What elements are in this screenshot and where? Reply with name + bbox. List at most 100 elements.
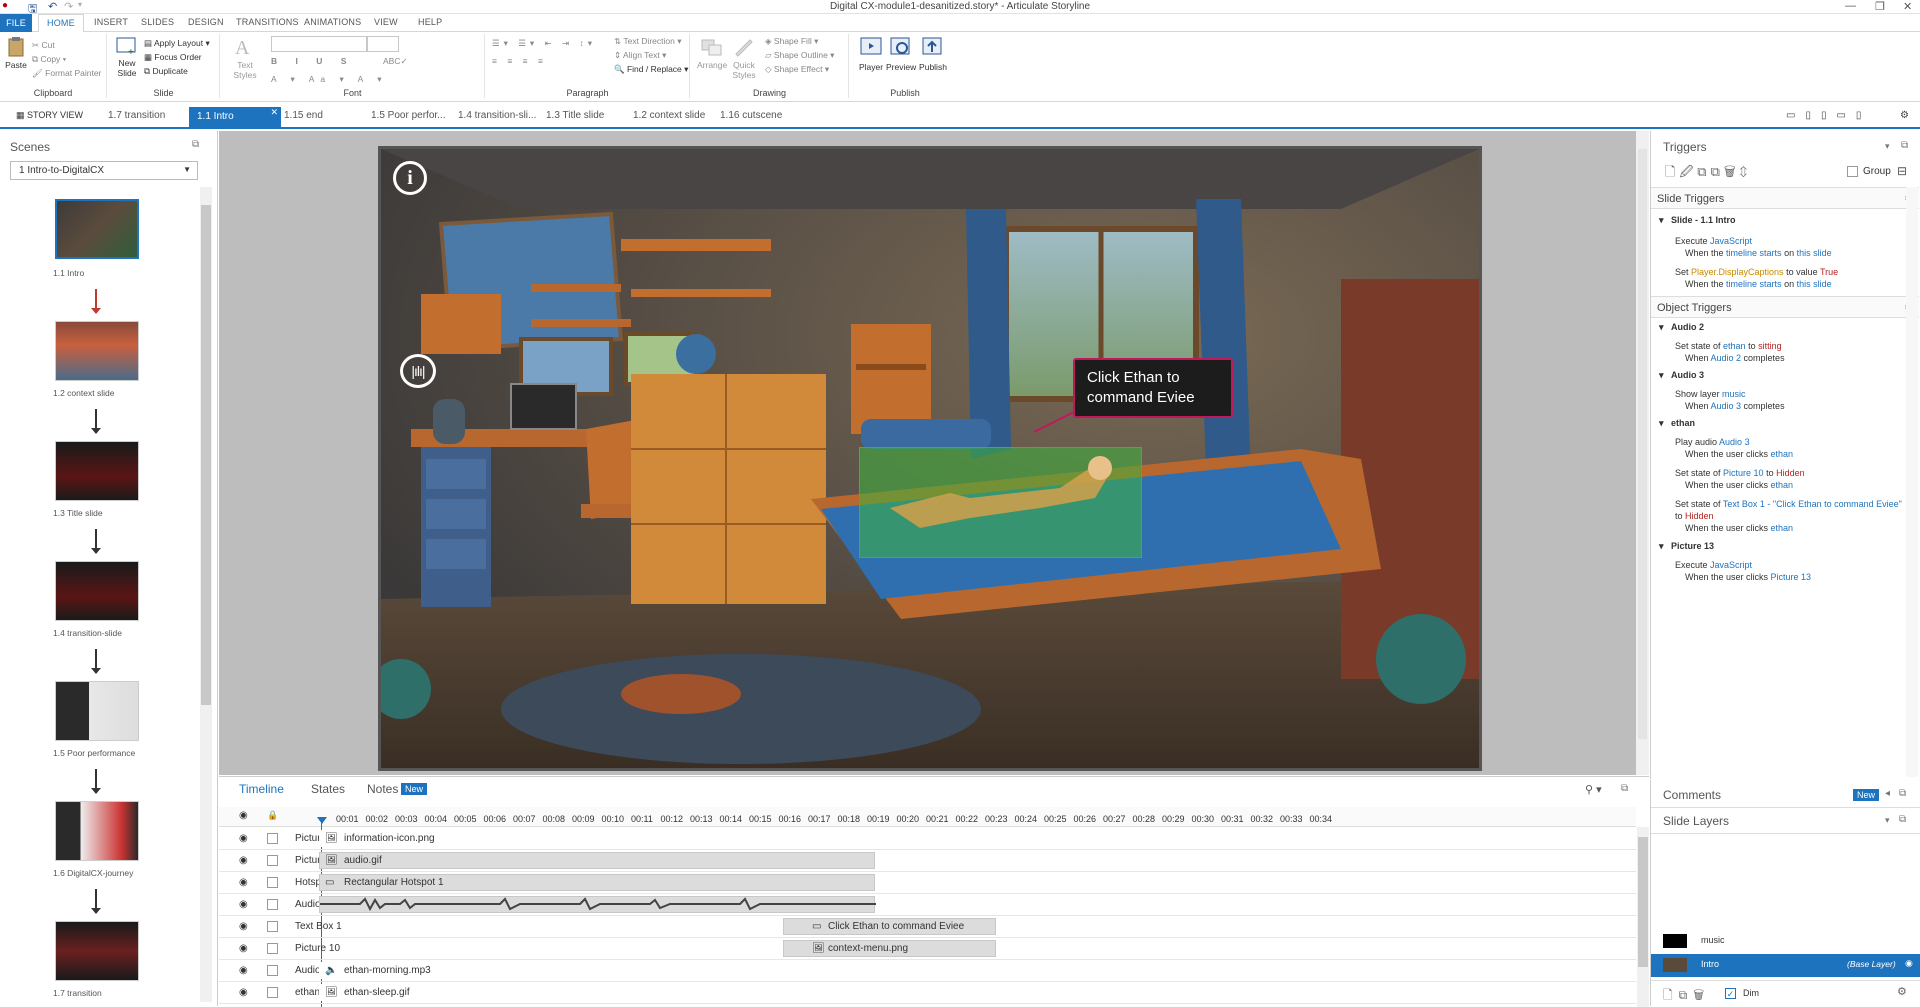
tab-design[interactable]: DESIGN bbox=[188, 17, 224, 27]
slide-canvas[interactable]: i |ılı| Click Ethan to command Eviee 🔈🔈🔈 bbox=[378, 146, 1482, 771]
trigger-action[interactable]: Execute JavaScript bbox=[1675, 560, 1752, 570]
close-icon[interactable]: ✕ bbox=[1903, 0, 1912, 13]
font-family-select[interactable] bbox=[271, 36, 367, 52]
trigger-condition[interactable]: When the user clicks ethan bbox=[1685, 523, 1793, 533]
text-direction-button[interactable]: ⇅ Text Direction ▾ bbox=[614, 36, 681, 47]
format-painter-button[interactable]: 🖌 Format Painter bbox=[32, 68, 101, 79]
timeline-scrollbar[interactable] bbox=[1637, 827, 1649, 1007]
scenes-scrollbar[interactable] bbox=[200, 187, 212, 1002]
trigger-action[interactable]: Play audio Audio 3 bbox=[1675, 437, 1750, 447]
scene-thumbnail[interactable] bbox=[55, 801, 139, 861]
cut-button[interactable]: ✂ Cut bbox=[32, 40, 55, 51]
focus-order-button[interactable]: ▦ Focus Order bbox=[144, 52, 202, 63]
timeline-bar[interactable]: 🖼 information-icon.png bbox=[319, 830, 1629, 847]
tab-view[interactable]: VIEW bbox=[374, 17, 398, 27]
object-trigger-group[interactable]: ▾ ethan bbox=[1659, 418, 1695, 429]
trigger-condition[interactable]: When Audio 2 completes bbox=[1685, 353, 1785, 363]
tab-timeline[interactable]: Timeline bbox=[239, 782, 284, 796]
shape-fill-button[interactable]: ◈ Shape Fill ▾ bbox=[765, 36, 818, 47]
scene-thumbnail[interactable] bbox=[55, 441, 139, 501]
slide-tab[interactable]: 1.16 cutscene bbox=[720, 110, 782, 121]
lock-checkbox[interactable] bbox=[267, 921, 278, 932]
audio-wave-icon[interactable]: |ılı| bbox=[400, 354, 436, 388]
scrollbar-thumb[interactable] bbox=[1638, 837, 1648, 967]
eye-icon[interactable]: ◉ bbox=[239, 855, 248, 866]
slide-tab-active[interactable]: 1.1 Intro ✕ bbox=[189, 107, 281, 129]
quick-styles-button[interactable]: Quick Styles bbox=[729, 36, 759, 80]
slide-trigger-group[interactable]: ▾ Slide - 1.1 Intro bbox=[1659, 215, 1736, 226]
tab-insert[interactable]: INSERT bbox=[94, 17, 128, 27]
font-color-buttons[interactable]: A ▾ Aa ▾ A ▾ bbox=[271, 74, 387, 85]
lock-checkbox[interactable] bbox=[267, 965, 278, 976]
new-badge[interactable]: New bbox=[401, 783, 428, 795]
info-icon[interactable]: i bbox=[393, 161, 427, 195]
trigger-toolbar[interactable]: 🗋🖉⧉⧉🗑⇕ bbox=[1665, 163, 1751, 185]
paste-button[interactable]: Paste bbox=[4, 36, 28, 70]
lock-checkbox[interactable] bbox=[267, 943, 278, 954]
list-buttons[interactable]: ☰▾ ☰▾ ⇤ ⇥ ↕▾ bbox=[492, 38, 596, 49]
shape-effect-button[interactable]: ◇ Shape Effect ▾ bbox=[765, 64, 829, 75]
layer-item-selected[interactable]: Intro (Base Layer) ◉ bbox=[1651, 954, 1920, 977]
timeline-bar[interactable]: 🖼 audio.gif bbox=[319, 852, 875, 869]
tab-animations[interactable]: ANIMATIONS bbox=[304, 17, 361, 27]
timeline-row[interactable]: ◉ Audio 2 bbox=[219, 894, 1636, 916]
audio-waveform-bar[interactable] bbox=[319, 896, 876, 913]
story-view-tab[interactable]: ▦ STORY VIEW bbox=[16, 110, 83, 121]
timeline-row[interactable]: ◉ Picture 11 🖼 audio.gif bbox=[219, 850, 1636, 872]
apply-layout-button[interactable]: ▤ Apply Layout ▾ bbox=[144, 38, 210, 49]
slide-tab[interactable]: 1.7 transition bbox=[108, 110, 165, 121]
chevron-left-icon[interactable]: ◂ bbox=[1885, 788, 1890, 799]
chevron-down-icon[interactable]: ▾ bbox=[1885, 141, 1890, 152]
trigger-action[interactable]: Set Player.DisplayCaptions to value True bbox=[1675, 267, 1838, 277]
trigger-action[interactable]: Set state of Picture 10 to Hidden bbox=[1675, 468, 1805, 478]
rectangular-hotspot[interactable] bbox=[859, 447, 1142, 558]
timeline-bar[interactable]: ▭ Rectangular Hotspot 1 bbox=[319, 874, 875, 891]
timeline-row[interactable]: ◉ Picture 10 🖼 context-menu.png bbox=[219, 938, 1636, 960]
trigger-condition[interactable]: When the user clicks ethan bbox=[1685, 449, 1793, 459]
lock-checkbox[interactable] bbox=[267, 833, 278, 844]
align-buttons[interactable]: ≡ ≡ ≡ ≡ bbox=[492, 56, 547, 66]
panel-popout-icon[interactable]: ⧉ bbox=[1621, 783, 1628, 794]
layer-settings-gear-icon[interactable]: ⚙ bbox=[1897, 985, 1907, 998]
new-comment-button[interactable]: New bbox=[1853, 789, 1880, 801]
timeline-bar[interactable]: 🖼 context-menu.png bbox=[783, 940, 996, 957]
canvas-scrollbar[interactable] bbox=[1636, 131, 1649, 775]
slide-tab[interactable]: 1.15 end bbox=[284, 110, 323, 121]
eye-icon[interactable]: ◉ bbox=[239, 943, 248, 954]
object-trigger-group[interactable]: ▾ Audio 3 bbox=[1659, 370, 1704, 381]
slide-tab[interactable]: 1.3 Title slide bbox=[546, 110, 604, 121]
tab-home[interactable]: HOME bbox=[38, 14, 84, 33]
group-checkbox[interactable] bbox=[1847, 166, 1858, 177]
lock-checkbox[interactable] bbox=[267, 899, 278, 910]
slide-tab[interactable]: 1.2 context slide bbox=[633, 110, 705, 121]
trigger-action[interactable]: Set state of ethan to sitting bbox=[1675, 341, 1782, 351]
object-trigger-group[interactable]: ▾ Picture 13 bbox=[1659, 541, 1714, 552]
chevron-down-icon[interactable]: ▾ bbox=[1885, 815, 1890, 826]
font-format-buttons[interactable]: B I U S bbox=[271, 56, 354, 66]
trigger-condition[interactable]: When the user clicks Picture 13 bbox=[1685, 572, 1811, 582]
close-tab-icon[interactable]: ✕ bbox=[270, 107, 278, 118]
restore-icon[interactable]: ❐ bbox=[1875, 0, 1885, 13]
scrollbar-thumb[interactable] bbox=[1638, 149, 1647, 739]
scene-dropdown[interactable]: 1 Intro-to-DigitalCX ▼ bbox=[10, 161, 198, 180]
scrollbar-thumb[interactable] bbox=[201, 205, 211, 705]
callout-text-box[interactable]: Click Ethan to command Eviee bbox=[1073, 358, 1233, 418]
triggers-scrollbar[interactable] bbox=[1906, 187, 1918, 777]
find-replace-button[interactable]: 🔍 Find / Replace ▾ bbox=[614, 64, 688, 75]
trigger-action[interactable]: Show layer music bbox=[1675, 389, 1746, 399]
dim-checkbox[interactable]: ✓ bbox=[1725, 988, 1736, 999]
device-view-icons[interactable]: ▭▯▯▭▯ bbox=[1786, 110, 1871, 121]
trigger-condition[interactable]: When Audio 3 completes bbox=[1685, 401, 1785, 411]
scene-thumbnail[interactable] bbox=[55, 561, 139, 621]
tab-file[interactable]: FILE bbox=[0, 14, 32, 32]
player-button[interactable]: Player bbox=[858, 36, 884, 72]
settings-gear-icon[interactable]: ⚙ bbox=[1900, 110, 1909, 121]
layer-action-icons[interactable]: 🗋⧉🗑 bbox=[1663, 986, 1710, 1007]
panel-popout-icon[interactable]: ⧉ bbox=[1899, 788, 1906, 799]
timeline-row[interactable]: ◉ Audio 3 🔈 ethan-morning.mp3 bbox=[219, 960, 1636, 982]
trigger-condition[interactable]: When the timeline starts on this slide bbox=[1685, 279, 1832, 289]
timeline-options-icon[interactable]: ⚲ ▾ bbox=[1585, 783, 1602, 796]
variables-icon[interactable]: ⊟ bbox=[1897, 164, 1907, 178]
new-slide-button[interactable]: + New Slide bbox=[112, 36, 142, 78]
eye-icon[interactable]: ◉ bbox=[239, 833, 248, 844]
